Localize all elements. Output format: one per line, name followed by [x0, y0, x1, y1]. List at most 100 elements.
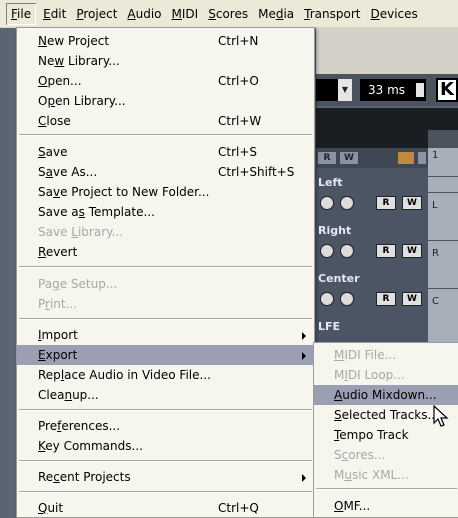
menu-item-save-library[interactable]: Save Library...	[17, 222, 314, 242]
ruler-mark: R	[432, 248, 439, 259]
menu-item-label: Save As...	[38, 165, 98, 179]
latency-value: 33 ms	[368, 83, 406, 97]
channel-label-left: Left	[318, 176, 343, 189]
menu-item-print[interactable]: Print...	[17, 294, 314, 314]
channel-list: R W Left R W Right R W Center R W LFE	[316, 148, 428, 348]
menu-item-quit[interactable]: Quit Ctrl+Q	[17, 498, 314, 518]
color-icon[interactable]	[398, 152, 414, 164]
toolbar-field[interactable]: ▼	[316, 79, 352, 101]
menu-item-shortcut: Ctrl+W	[218, 114, 262, 128]
speaker-icon[interactable]	[340, 196, 354, 210]
menu-item-revert[interactable]: Revert	[17, 242, 314, 262]
latency-field[interactable]: 33 ms	[360, 79, 426, 101]
menu-item-cleanup[interactable]: Cleanup...	[17, 385, 314, 405]
ruler-divider	[428, 192, 458, 193]
menu-item-label: Selected Tracks...	[334, 408, 439, 422]
menu-transport[interactable]: Transport	[299, 3, 365, 25]
submenu-item-audio-mixdown[interactable]: Audio Mixdown...	[314, 385, 458, 405]
menu-item-open-library[interactable]: Open Library...	[17, 91, 314, 111]
menu-item-import[interactable]: Import	[17, 325, 314, 345]
mouse-cursor-icon	[433, 405, 449, 427]
ruler-mark: C	[432, 296, 439, 307]
ruler-mark: L	[432, 200, 438, 211]
k-button[interactable]: K	[436, 78, 458, 102]
menu-item-recent-projects[interactable]: Recent Projects	[17, 467, 314, 487]
menu-item-page-setup[interactable]: Page Setup...	[17, 274, 314, 294]
menu-item-label: Save Library...	[38, 225, 123, 239]
submenu-item-midi-loop[interactable]: MIDI Loop...	[314, 365, 458, 385]
write-button[interactable]: W	[402, 196, 422, 210]
menu-audio[interactable]: Audio	[122, 3, 166, 25]
menu-item-save-project-new-folder[interactable]: Save Project to New Folder...	[17, 182, 314, 202]
read-all-button[interactable]: R	[318, 152, 336, 164]
read-button[interactable]: R	[376, 292, 396, 306]
menu-separator	[19, 460, 312, 462]
spinner-icon[interactable]	[416, 83, 424, 97]
channel-label-center: Center	[318, 272, 360, 285]
menu-scores[interactable]: Scores	[203, 3, 253, 25]
read-button[interactable]: R	[376, 196, 396, 210]
submenu-item-omf[interactable]: OMF...	[314, 496, 458, 516]
submenu-item-midi-file[interactable]: MIDI File...	[314, 345, 458, 365]
menu-item-close[interactable]: Close Ctrl+W	[17, 111, 314, 131]
menubar: File Edit Project Audio MIDI Scores Medi…	[0, 0, 458, 28]
read-button[interactable]: R	[376, 244, 396, 258]
ruler-mark: 1	[432, 150, 439, 161]
menu-devices[interactable]: Devices	[365, 3, 422, 25]
ruler-header	[428, 130, 458, 148]
dropdown-arrow-icon[interactable]: ▼	[338, 79, 352, 101]
ruler-divider	[428, 176, 458, 177]
menu-item-label: OMF...	[334, 499, 371, 513]
menu-separator	[19, 266, 312, 268]
menu-item-label: New Project	[38, 34, 110, 48]
menu-edit[interactable]: Edit	[38, 3, 71, 25]
write-button[interactable]: W	[402, 244, 422, 258]
mute-icon[interactable]	[320, 244, 334, 258]
menu-file[interactable]: File	[6, 3, 36, 25]
mute-icon[interactable]	[320, 292, 334, 306]
menu-item-save-as-template[interactable]: Save as Template...	[17, 202, 314, 222]
menu-item-label: Tempo Track	[334, 428, 409, 442]
speaker-icon[interactable]	[340, 292, 354, 306]
menu-item-key-commands[interactable]: Key Commands...	[17, 436, 314, 456]
channel-label-lfe: LFE	[318, 320, 341, 333]
menu-item-label: Page Setup...	[38, 277, 118, 291]
menu-item-open[interactable]: Open... Ctrl+O	[17, 71, 314, 91]
menu-item-label: Import	[38, 328, 78, 342]
menu-item-shortcut: Ctrl+Shift+S	[218, 165, 295, 179]
menu-item-shortcut: Ctrl+O	[218, 74, 259, 88]
menu-item-label: Export	[38, 348, 78, 362]
menu-item-shortcut: Ctrl+S	[218, 145, 258, 159]
menu-separator	[19, 491, 312, 493]
menu-item-replace-audio[interactable]: Replace Audio in Video File...	[17, 365, 314, 385]
menu-item-label: Open Library...	[38, 94, 126, 108]
menu-item-label: Save as Template...	[38, 205, 155, 219]
menu-item-save[interactable]: Save Ctrl+S	[17, 142, 314, 162]
menu-item-label: MIDI File...	[334, 348, 397, 362]
submenu-item-scores[interactable]: Scores...	[314, 445, 458, 465]
menu-item-new-library[interactable]: New Library...	[17, 51, 314, 71]
menu-separator	[19, 409, 312, 411]
speaker-icon[interactable]	[340, 244, 354, 258]
menu-project[interactable]: Project	[71, 3, 122, 25]
menu-separator	[19, 318, 312, 320]
menu-item-label: Print...	[38, 297, 78, 311]
write-all-button[interactable]: W	[340, 152, 358, 164]
file-menu: New Project Ctrl+N New Library... Open..…	[16, 27, 315, 518]
ruler-divider	[428, 240, 458, 241]
menu-item-label: MIDI Loop...	[334, 368, 405, 382]
mute-icon[interactable]	[320, 196, 334, 210]
channel-label-right: Right	[318, 224, 352, 237]
menu-item-new-project[interactable]: New Project Ctrl+N	[17, 31, 314, 51]
channel-options-icon[interactable]	[418, 152, 426, 164]
menu-item-save-as[interactable]: Save As... Ctrl+Shift+S	[17, 162, 314, 182]
menu-item-export[interactable]: Export	[17, 345, 314, 365]
write-button[interactable]: W	[402, 292, 422, 306]
submenu-arrow-icon	[302, 474, 306, 482]
submenu-item-music-xml[interactable]: Music XML...	[314, 465, 458, 485]
ruler-divider	[428, 288, 458, 289]
export-submenu: MIDI File... MIDI Loop... Audio Mixdown.…	[313, 342, 458, 518]
menu-midi[interactable]: MIDI	[167, 3, 204, 25]
menu-item-preferences[interactable]: Preferences...	[17, 416, 314, 436]
menu-media[interactable]: Media	[253, 3, 299, 25]
